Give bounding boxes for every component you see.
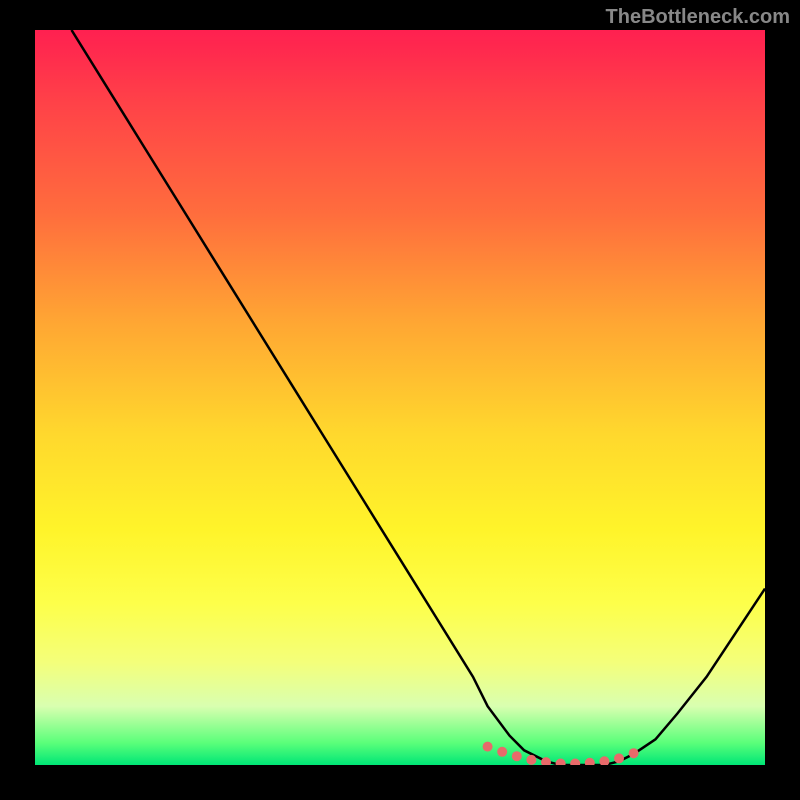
highlight-dot xyxy=(570,759,580,766)
highlight-dot xyxy=(483,742,493,752)
plot-area xyxy=(35,30,765,765)
highlight-dots xyxy=(483,742,639,765)
highlight-dot xyxy=(497,747,507,757)
highlight-dot xyxy=(556,759,566,766)
highlight-dot xyxy=(614,753,624,763)
bottleneck-curve xyxy=(72,30,766,765)
highlight-dot xyxy=(599,756,609,765)
highlight-dot xyxy=(629,748,639,758)
highlight-dot xyxy=(585,758,595,765)
watermark-text: TheBottleneck.com xyxy=(606,6,790,29)
highlight-dot xyxy=(526,755,536,765)
curve-svg xyxy=(35,30,765,765)
highlight-dot xyxy=(512,751,522,761)
chart-container: TheBottleneck.com xyxy=(0,0,800,800)
